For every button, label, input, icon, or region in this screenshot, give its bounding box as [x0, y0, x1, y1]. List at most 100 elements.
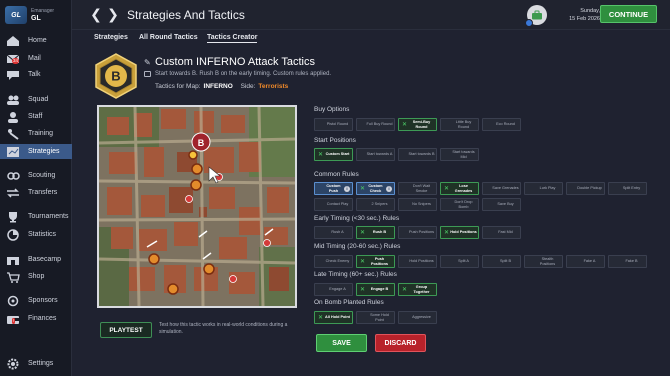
sidebar-item-staff[interactable]: Staff	[0, 109, 72, 124]
sidebar-item-statistics[interactable]: Statistics	[0, 227, 72, 242]
sidebar-item-scouting[interactable]: Scouting	[0, 168, 72, 183]
tab-all-round-tactics[interactable]: All Round Tactics	[139, 34, 198, 41]
rule-option-don-t-drop-bomb[interactable]: Don't Drop Bomb	[440, 198, 479, 211]
rule-option-2-snipers[interactable]: 2 Snipers	[356, 198, 395, 211]
sidebar-item-squad[interactable]: Squad	[0, 92, 72, 107]
sidebar-item-strategies[interactable]: Strategies	[0, 144, 72, 159]
rule-option-fake-b[interactable]: Fake B	[608, 255, 647, 268]
rule-option-full-buy-round[interactable]: Full Buy Round	[356, 118, 395, 131]
rule-option-split-a[interactable]: Split A	[440, 255, 479, 268]
checkbox	[527, 258, 534, 265]
rule-option-engage-b[interactable]: ✕ Engage B	[356, 283, 395, 296]
info-icon[interactable]: i	[344, 185, 350, 192]
rule-option-some-hold-point[interactable]: Some Hold Point	[356, 311, 395, 324]
sidebar-item-label: Mail	[28, 55, 41, 62]
sidebar-item-label: Training	[28, 130, 54, 137]
rule-option-label: Split Entry	[622, 186, 641, 191]
tactic-map[interactable]: B	[97, 105, 297, 308]
discard-button[interactable]: DISCARD	[375, 334, 426, 352]
forward-arrow-icon[interactable]: ❯	[107, 7, 119, 21]
rule-option-semi-buy-round[interactable]: ✕ Semi-Buy Round	[398, 118, 437, 131]
continue-button[interactable]: CONTINUE	[600, 5, 657, 23]
check-icon: ✕	[359, 230, 366, 236]
sidebar-item-label: Statistics	[28, 231, 57, 238]
rule-option-stealth-positions[interactable]: Stealth Positions	[524, 255, 563, 268]
rule-option-lurk-play[interactable]: Lurk Play	[524, 182, 563, 195]
rule-option-custom-start[interactable]: ✕ Custom Start	[314, 148, 353, 161]
rule-option-label: Lose Grenades	[454, 184, 473, 193]
gear-icon	[6, 358, 20, 370]
checkbox	[401, 314, 408, 321]
rule-option-rush-a[interactable]: Rush A	[314, 226, 353, 239]
rule-option-eco-round[interactable]: Eco Round	[482, 118, 521, 131]
rule-option-lose-grenades[interactable]: ✕ Lose Grenades	[440, 182, 479, 195]
checkbox	[401, 201, 408, 208]
rule-option-rush-b[interactable]: ✕ Rush B	[356, 226, 395, 239]
edit-icon[interactable]: ✎	[144, 58, 151, 67]
sidebar-item-settings[interactable]: Settings	[0, 356, 72, 371]
playtest-button[interactable]: PLAYTEST	[100, 322, 152, 338]
sidebar-item-training[interactable]: Training	[0, 126, 72, 141]
rule-option-label: Fast Mid	[498, 230, 513, 235]
save-button[interactable]: SAVE	[316, 334, 367, 352]
rule-option-push-positions[interactable]: ✕ Push Positions	[356, 255, 395, 268]
rule-option-start-towards-b[interactable]: Start towards B	[398, 148, 437, 161]
rule-option-split-entry[interactable]: Split Entry	[608, 182, 647, 195]
briefcase-icon[interactable]	[525, 5, 547, 27]
rule-option-double-pickup[interactable]: Double Pickup	[566, 182, 605, 195]
rule-option-fake-a[interactable]: Fake A	[566, 255, 605, 268]
sidebar-item-talk[interactable]: Talk	[0, 67, 72, 82]
sidebar-item-basecamp[interactable]: Basecamp	[0, 252, 72, 267]
sidebar-item-finances[interactable]: ! Finances	[0, 311, 72, 326]
rule-option-label: Engage B	[370, 287, 389, 292]
rule-option-split-b[interactable]: Split B	[482, 255, 521, 268]
checkbox	[359, 314, 366, 321]
rule-option-label: Fake A	[583, 259, 596, 264]
talk-icon	[6, 69, 20, 81]
sidebar-item-sponsors[interactable]: Sponsors	[0, 293, 72, 308]
sidebar-item-label: Talk	[28, 71, 41, 78]
rule-option-start-towards-mid[interactable]: Start towards Mid	[440, 148, 479, 161]
rule-option-don-t-wait-smoke[interactable]: Don't Wait Smoke	[398, 182, 437, 195]
back-arrow-icon[interactable]: ❮	[90, 7, 102, 21]
rule-option-save-grenades[interactable]: Save Grenades	[482, 182, 521, 195]
check-icon: ✕	[401, 287, 408, 293]
sidebar-item-label: Sponsors	[28, 297, 58, 304]
tab-tactics-creator[interactable]: Tactics Creator	[207, 34, 258, 43]
rule-option-start-towards-a[interactable]: Start towards A	[356, 148, 395, 161]
checkbox	[443, 201, 450, 208]
sidebar-item-shop[interactable]: Shop	[0, 269, 72, 284]
map-label: Tactics for Map:	[155, 83, 201, 90]
check-icon: ✕	[359, 287, 366, 293]
checkbox	[317, 286, 324, 293]
side-label: Side:	[240, 83, 256, 90]
rule-option-engage-a[interactable]: Engage A	[314, 283, 353, 296]
rule-option-no-snipers[interactable]: No Snipers	[398, 198, 437, 211]
rule-option-custom-push[interactable]: Custom Push i	[314, 182, 353, 195]
rule-option-pistol-round[interactable]: Pistol Round	[314, 118, 353, 131]
sidebar-item-transfers[interactable]: Transfers	[0, 185, 72, 200]
side-value: Terrorists	[258, 83, 289, 90]
rule-option-little-buy-round[interactable]: Little Buy Round	[440, 118, 479, 131]
rule-option-all-hold-point[interactable]: ✕ All Hold Point	[314, 311, 353, 324]
rule-option-custom-check[interactable]: ✕ Custom Check i	[356, 182, 395, 195]
rule-option-label: Full Buy Round	[366, 122, 393, 127]
rule-option-check-enemy[interactable]: Check Enemy	[314, 255, 353, 268]
tab-strategies[interactable]: Strategies	[94, 34, 128, 41]
rule-option-contact-play[interactable]: Contact Play	[314, 198, 353, 211]
info-icon[interactable]: i	[386, 185, 392, 192]
tactic-description: Start towards B. Rush B on the early tim…	[155, 71, 332, 77]
sidebar-item-mail[interactable]: 34 Mail	[0, 51, 72, 66]
rule-option-group-together[interactable]: ✕ Group Together	[398, 283, 437, 296]
sidebar-item-home[interactable]: Home	[0, 33, 72, 48]
rule-option-save-buy[interactable]: Save Buy	[482, 198, 521, 211]
rule-option-push-positions[interactable]: Push Positions	[398, 226, 437, 239]
rule-option-hold-positions[interactable]: ✕ Hold Positions	[440, 226, 479, 239]
rule-option-aggressive[interactable]: Aggressive	[398, 311, 437, 324]
sidebar-item-tournaments[interactable]: Tournaments	[0, 209, 72, 224]
checkbox	[317, 229, 324, 236]
rule-option-fast-mid[interactable]: Fast Mid	[482, 226, 521, 239]
mid-timing-title: Mid Timing (20-60 sec.) Rules	[314, 243, 401, 250]
rule-option-hold-positions[interactable]: Hold Positions	[398, 255, 437, 268]
checkbox	[485, 201, 492, 208]
